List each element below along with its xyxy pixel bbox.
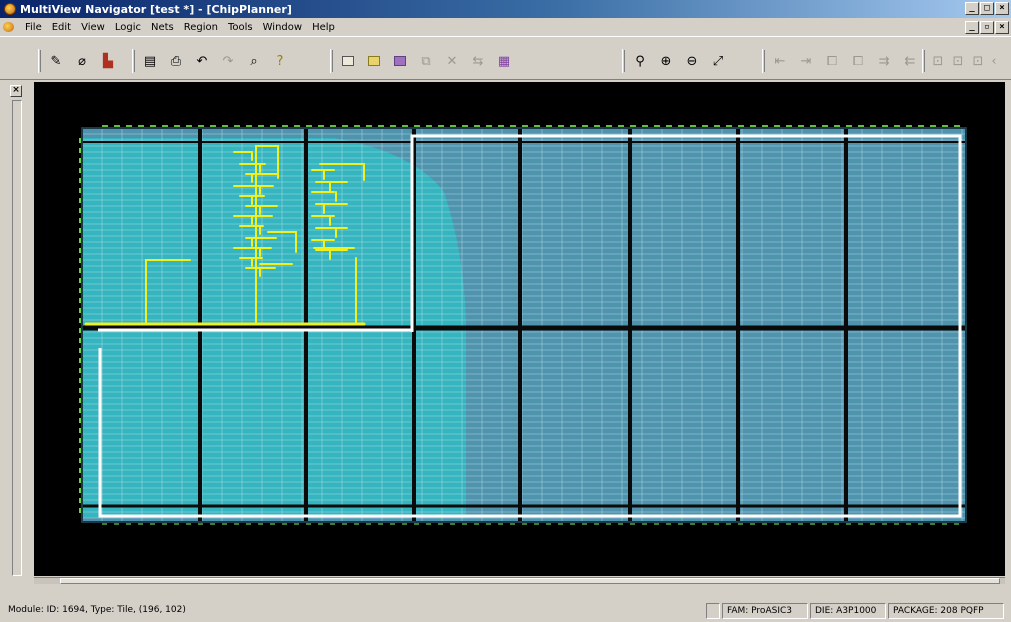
menu-file[interactable]: File [20,22,47,33]
collapse-icon[interactable]: ⇇ [899,51,921,71]
close-button[interactable]: × [995,2,1009,15]
mdi-controls: _ ▫ × [965,21,1009,34]
panel-close-button[interactable]: × [10,85,22,97]
menu-logic[interactable]: Logic [110,22,146,33]
mdi-close-button[interactable]: × [995,21,1009,34]
toolbar-group-region: ⧉ ✕ ⇆ ▦ [330,49,519,73]
app-icon[interactable] [4,3,16,15]
vertical-scrollbar[interactable] [12,100,22,576]
status-indicator [706,603,720,619]
toolbar-group-edit: ▤ ⎙ ↶ ↷ ⌕ ? [132,49,295,73]
menu-window[interactable]: Window [258,22,307,33]
minimize-button[interactable]: _ [965,2,979,15]
status-die: DIE: A3P1000 [810,603,886,619]
title-bar[interactable]: MultiView Navigator [test *] - [ChipPlan… [0,0,1011,18]
pencil-icon[interactable]: ✎ [45,51,67,71]
menu-nets[interactable]: Nets [146,22,179,33]
document-icon[interactable] [2,21,16,34]
select-b-icon[interactable]: ⧠ [847,51,869,71]
main-area: × [0,80,1011,584]
window-controls: _ □ × [965,2,1009,15]
toolbar-group-navigate: ⇤ ⇥ ⧠ ⧠ ⇉ ⇇ [762,49,925,73]
chip-floorplan[interactable] [34,82,1005,576]
chip-planner-canvas[interactable] [34,82,1005,576]
expand-icon[interactable]: ⇉ [873,51,895,71]
help-pointer-icon[interactable]: ? [269,51,291,71]
menu-tools[interactable]: Tools [223,22,258,33]
window-title: MultiView Navigator [test *] - [ChipPlan… [20,2,292,16]
menu-view[interactable]: View [76,22,110,33]
mdi-minimize-button[interactable]: _ [965,21,979,34]
view-b-icon[interactable]: ⊡ [949,51,967,71]
region-assign-icon[interactable] [389,51,411,71]
toolbar-group-draw: ✎ ⌀ ▙ [38,49,123,73]
zoom-fit-icon[interactable]: ⤢ [707,51,729,71]
horizontal-scrollbar-thumb[interactable] [60,578,1000,584]
horizontal-scrollbar[interactable] [34,577,1005,584]
menu-region[interactable]: Region [179,22,223,33]
more-icon[interactable]: ‹ [989,51,999,71]
clipboard-icon[interactable]: ▤ [139,51,161,71]
status-family: FAM: ProASIC3 [722,603,808,619]
mdi-restore-button[interactable]: ▫ [980,21,994,34]
maximize-button[interactable]: □ [980,2,994,15]
print-icon[interactable]: ⎙ [165,51,187,71]
toolbar: ✎ ⌀ ▙ ▤ ⎙ ↶ ↷ ⌕ ? ⧉ ✕ ⇆ ▦ ⚲ ⊕ ⊖ ⤢ ⇤ ⇥ ⧠ … [0,36,1011,80]
left-panel: × [6,82,28,576]
status-module: Module: ID: 1694, Type: Tile, (196, 102) [8,605,186,615]
view-c-icon[interactable]: ⊡ [969,51,987,71]
eraser-icon[interactable]: ⌀ [71,51,93,71]
toolbar-group-zoom: ⚲ ⊕ ⊖ ⤢ [622,49,733,73]
region-move-icon[interactable]: ⇆ [467,51,489,71]
region-delete-icon[interactable]: ✕ [441,51,463,71]
new-region-icon[interactable] [337,51,359,71]
toolbar-group-view: ⊡ ⊡ ⊡ ‹ [922,49,999,73]
zoom-in-icon[interactable]: ⊕ [655,51,677,71]
nav-back-icon[interactable]: ⇤ [769,51,791,71]
zoom-icon[interactable]: ⚲ [629,51,651,71]
color-palette-icon[interactable]: ▙ [97,51,119,71]
region-yellow-icon[interactable] [363,51,385,71]
menu-bar: File Edit View Logic Nets Region Tools W… [0,18,1011,36]
redo-icon[interactable]: ↷ [217,51,239,71]
region-color-icon[interactable]: ▦ [493,51,515,71]
region-edit-icon[interactable]: ⧉ [415,51,437,71]
menu-edit[interactable]: Edit [47,22,76,33]
menu-help[interactable]: Help [307,22,340,33]
find-icon[interactable]: ⌕ [243,51,265,71]
status-package: PACKAGE: 208 PQFP [888,603,1004,619]
status-bar: Module: ID: 1694, Type: Tile, (196, 102)… [0,600,1011,622]
nav-forward-icon[interactable]: ⇥ [795,51,817,71]
zoom-out-icon[interactable]: ⊖ [681,51,703,71]
undo-icon[interactable]: ↶ [191,51,213,71]
view-a-icon[interactable]: ⊡ [929,51,947,71]
select-a-icon[interactable]: ⧠ [821,51,843,71]
